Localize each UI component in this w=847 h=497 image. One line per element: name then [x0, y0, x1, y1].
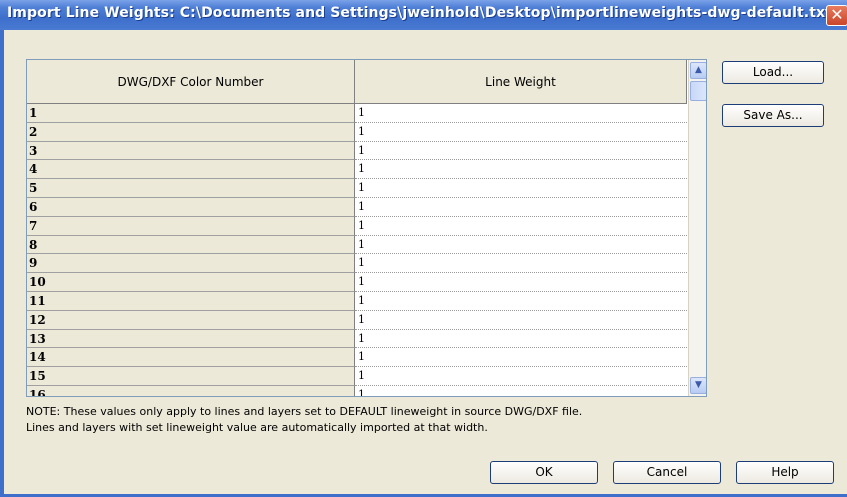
table-row[interactable]: 16 1 — [27, 385, 687, 396]
line-weight-cell[interactable]: 1 — [355, 329, 687, 349]
table-row[interactable]: 11 — [27, 104, 687, 123]
line-weight-cell[interactable]: 1 — [355, 367, 687, 386]
column-header-color-number[interactable]: DWG/DXF Color Number — [27, 60, 355, 104]
table-row[interactable]: 81 — [27, 235, 687, 255]
help-button[interactable]: Help — [736, 461, 834, 484]
vertical-scrollbar[interactable]: ▲ ▼ — [688, 60, 706, 396]
color-number-cell[interactable]: 13 — [27, 329, 355, 349]
line-weight-cell[interactable]: 1 — [355, 254, 687, 274]
color-number-cell[interactable]: 11 — [27, 291, 355, 311]
load-button[interactable]: Load... — [722, 61, 824, 84]
color-number-cell[interactable]: 4 — [27, 160, 355, 180]
table-row[interactable]: 12 1 — [27, 310, 687, 330]
table-row[interactable]: 15 1 — [27, 367, 687, 386]
close-icon[interactable]: ✕ — [826, 5, 847, 26]
table-row[interactable]: 31 — [27, 141, 687, 161]
table-row[interactable]: 11 1 — [27, 291, 687, 311]
line-weight-cell[interactable]: 1 — [355, 310, 687, 330]
color-number-cell[interactable]: 14 — [27, 348, 355, 368]
line-weight-cell[interactable]: 1 — [355, 291, 687, 311]
scroll-thumb[interactable] — [690, 81, 706, 101]
scroll-down-icon[interactable]: ▼ — [690, 377, 706, 394]
line-weight-cell[interactable]: 1 — [355, 235, 687, 255]
table-row[interactable]: 41 — [27, 160, 687, 180]
table-row[interactable]: 13 1 — [27, 329, 687, 349]
color-number-cell[interactable]: 9 — [27, 254, 355, 274]
grid-rows: 1 1 2 1 3 1 4 1 5 1 6 1 7 1 8 1 9 1 10 1 11 1 12 1 13 1 14 1 15 1 16 1 — [27, 104, 687, 396]
line-weight-grid: DWG/DXF Color Number Line Weight 1121314… — [26, 59, 707, 397]
color-number-cell[interactable]: 16 — [27, 385, 355, 396]
table-row[interactable]: 21 — [27, 122, 687, 142]
note-text-line-1: NOTE: These values only apply to lines a… — [26, 405, 583, 418]
line-weight-cell[interactable]: 1 — [355, 179, 687, 198]
color-number-cell[interactable]: 2 — [27, 122, 355, 142]
color-number-cell[interactable]: 7 — [27, 216, 355, 236]
line-weight-cell[interactable]: 1 — [355, 122, 687, 142]
table-row[interactable]: 51 — [27, 179, 687, 198]
line-weight-cell[interactable]: 1 — [355, 197, 687, 217]
table-row[interactable]: 91 — [27, 254, 687, 274]
save-as-button[interactable]: Save As... — [722, 104, 824, 127]
table-row[interactable]: 14 1 — [27, 348, 687, 368]
window-frame-left — [0, 30, 4, 497]
ok-button[interactable]: OK — [490, 461, 598, 484]
color-number-cell[interactable]: 1 — [27, 104, 355, 123]
color-number-cell[interactable]: 6 — [27, 197, 355, 217]
color-number-cell[interactable]: 15 — [27, 367, 355, 386]
table-row[interactable]: 61 — [27, 197, 687, 217]
line-weight-cell[interactable]: 1 — [355, 385, 687, 396]
column-header-line-weight[interactable]: Line Weight — [355, 60, 687, 104]
color-number-cell[interactable]: 3 — [27, 141, 355, 161]
line-weight-cell[interactable]: 1 — [355, 216, 687, 236]
table-row[interactable]: 10 1 — [27, 273, 687, 292]
cancel-button[interactable]: Cancel — [613, 461, 721, 484]
line-weight-cell[interactable]: 1 — [355, 160, 687, 180]
title-bar[interactable]: Import Line Weights: C:\Documents and Se… — [0, 0, 847, 30]
color-number-cell[interactable]: 12 — [27, 310, 355, 330]
line-weight-cell[interactable]: 1 — [355, 104, 687, 123]
note-text-line-2: Lines and layers with set lineweight val… — [26, 421, 488, 434]
window-title: Import Line Weights: C:\Documents and Se… — [7, 5, 832, 21]
color-number-cell[interactable]: 10 — [27, 273, 355, 292]
color-number-cell[interactable]: 5 — [27, 179, 355, 198]
line-weight-cell[interactable]: 1 — [355, 348, 687, 368]
scroll-up-icon[interactable]: ▲ — [690, 62, 706, 79]
table-row[interactable]: 71 — [27, 216, 687, 236]
line-weight-cell[interactable]: 1 — [355, 141, 687, 161]
line-weight-cell[interactable]: 1 — [355, 273, 687, 292]
color-number-cell[interactable]: 8 — [27, 235, 355, 255]
